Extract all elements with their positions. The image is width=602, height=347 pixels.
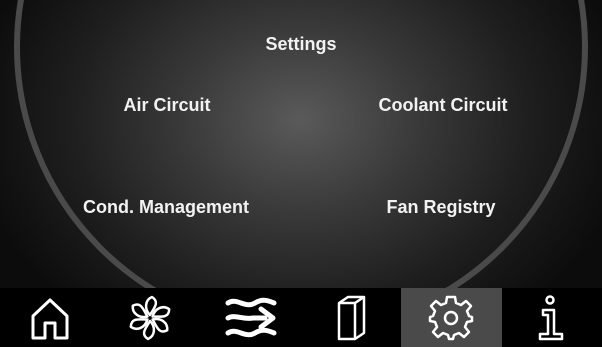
nav-airflow-button[interactable] <box>201 288 301 347</box>
fan-registry-button[interactable]: Fan Registry <box>366 197 516 218</box>
nav-info-button[interactable] <box>502 288 602 347</box>
info-icon <box>538 294 564 340</box>
cond-management-button[interactable]: Cond. Management <box>56 197 276 218</box>
nav-door-button[interactable] <box>301 288 401 347</box>
nav-fan-button[interactable] <box>100 288 200 347</box>
bottom-navbar <box>0 288 602 347</box>
settings-screen: Settings Air Circuit Coolant Circuit Con… <box>0 0 602 347</box>
page-title: Settings <box>265 34 337 54</box>
fan-icon <box>130 295 171 340</box>
airflow-icon <box>225 297 277 337</box>
air-circuit-button[interactable]: Air Circuit <box>92 95 242 116</box>
nav-settings-button[interactable] <box>401 288 502 347</box>
gear-icon <box>429 295 474 340</box>
home-icon <box>31 298 69 339</box>
nav-home-button[interactable] <box>0 288 100 347</box>
coolant-circuit-button[interactable]: Coolant Circuit <box>358 95 528 116</box>
door-icon <box>337 295 366 340</box>
